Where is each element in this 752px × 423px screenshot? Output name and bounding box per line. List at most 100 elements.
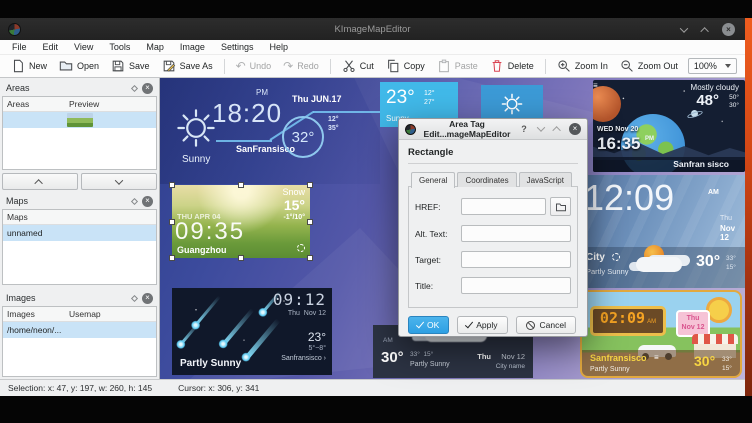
toolbar-separator [545, 59, 546, 74]
areas-panel: Areas × Areas Preview [2, 80, 157, 190]
save-as-icon [162, 59, 176, 73]
href-input[interactable] [461, 198, 546, 215]
image-row[interactable]: /home/neon/... [3, 322, 156, 338]
selected-area-widget[interactable]: Snow 15° -1°/10° THU APR 04 09:35 Guangz… [172, 185, 310, 258]
statusbar: Selection: x: 47, y: 197, w: 260, h: 145… [0, 379, 745, 396]
move-area-down-button[interactable] [81, 173, 157, 190]
gear-icon [612, 253, 620, 263]
tab-general[interactable]: General [411, 172, 455, 188]
minimize-icon[interactable] [535, 126, 547, 132]
toolbar: New Open Save Save As ↶ Undo ↷ Redo Cut … [0, 55, 745, 78]
images-column-header[interactable]: Images [3, 307, 65, 321]
open-folder-icon [59, 59, 73, 73]
weather-widget-space: Mostly cloudy 48° 50° 30° WED Nov 20 16:… [593, 80, 745, 172]
undo-button[interactable]: ↶ Undo [230, 56, 278, 76]
maps-column-header[interactable]: Maps [3, 210, 32, 224]
save-button[interactable]: Save [105, 56, 156, 76]
maximize-icon[interactable] [552, 126, 564, 132]
float-panel-icon[interactable] [131, 197, 138, 204]
selection-handle[interactable] [169, 182, 175, 188]
move-area-up-button[interactable] [2, 173, 78, 190]
copy-button[interactable]: Copy [380, 56, 431, 76]
zoom-level-select[interactable]: 100% [688, 58, 737, 74]
selection-handle[interactable] [169, 219, 175, 225]
paste-button[interactable]: Paste [431, 56, 484, 76]
cancel-button[interactable]: Cancel [516, 316, 576, 334]
settings-sliders-icon: ≡ [654, 352, 659, 362]
ok-button[interactable]: OK [408, 316, 449, 334]
toolbar-separator [330, 59, 331, 74]
close-panel-icon[interactable]: × [142, 293, 153, 304]
general-tab-pane: HREF: Alt. Text: Target: Title: [408, 186, 578, 308]
selection-handle[interactable] [307, 255, 313, 261]
cut-button[interactable]: Cut [336, 56, 380, 76]
dialog-titlebar[interactable]: Area Tag Edit...mageMapEditor ? × [399, 119, 587, 140]
area-row[interactable] [3, 112, 156, 128]
menu-image[interactable]: Image [172, 41, 213, 53]
selection-handle[interactable] [169, 255, 175, 261]
zoom-out-button[interactable]: Zoom Out [614, 56, 684, 76]
map-row[interactable]: unnamed [3, 225, 156, 241]
maximize-icon[interactable] [700, 24, 712, 36]
usemap-column-header[interactable]: Usemap [65, 307, 105, 321]
letterbox-bottom [0, 396, 752, 423]
target-input[interactable] [461, 251, 571, 268]
area-preview-thumbnail [67, 113, 93, 127]
areas-panel-title: Areas [6, 83, 127, 93]
dialog-title: Area Tag Edit...mageMapEditor [421, 119, 513, 139]
delete-button[interactable]: Delete [484, 56, 540, 76]
minimize-icon[interactable] [678, 24, 690, 36]
close-panel-icon[interactable]: × [142, 83, 153, 94]
alt-text-input[interactable] [461, 225, 571, 242]
check-icon [416, 320, 424, 329]
meteor-icon [245, 318, 281, 360]
menu-map[interactable]: Map [138, 41, 172, 53]
close-icon[interactable]: × [569, 123, 581, 135]
shop-awning [692, 334, 738, 344]
title-input[interactable] [461, 277, 571, 294]
check-icon [465, 320, 473, 329]
float-panel-icon[interactable] [131, 84, 138, 91]
menu-edit[interactable]: Edit [35, 41, 67, 53]
selection-handle[interactable] [238, 182, 244, 188]
close-panel-icon[interactable]: × [142, 196, 153, 207]
selection-handle[interactable] [238, 255, 244, 261]
browse-button[interactable] [550, 197, 571, 216]
chevron-down-icon [725, 64, 731, 68]
meteor-icon [194, 295, 221, 326]
preview-column-header[interactable]: Preview [65, 97, 103, 111]
close-icon[interactable]: × [722, 23, 735, 36]
trash-icon [490, 59, 504, 73]
maps-panel: Maps × Maps unnamed [2, 193, 157, 285]
menu-view[interactable]: View [66, 41, 101, 53]
weather-widget-meteor: 09:12 Thu Nov 12 23° 5°~8° Sanfransisco … [172, 288, 332, 375]
new-button[interactable]: New [5, 56, 53, 76]
dialog-heading: Rectangle [408, 147, 578, 164]
redo-button[interactable]: ↷ Redo [277, 56, 325, 76]
zoom-in-icon [557, 59, 571, 73]
images-panel: Images × Images Usemap /home/neon/... [2, 290, 157, 377]
selection-handle[interactable] [307, 219, 313, 225]
open-button[interactable]: Open [53, 56, 105, 76]
areas-column-header[interactable]: Areas [3, 97, 65, 111]
selection-handle[interactable] [307, 182, 313, 188]
help-icon[interactable]: ? [518, 124, 530, 134]
menu-file[interactable]: File [4, 41, 35, 53]
screen: KImageMapEditor × File Edit View Tools M… [0, 0, 752, 423]
saturn-icon [691, 110, 698, 117]
scissors-icon [342, 59, 356, 73]
billboard-clock: 02:09 AM [590, 306, 666, 336]
meteor-icon [222, 308, 255, 346]
zoom-in-button[interactable]: Zoom In [551, 56, 614, 76]
sun-icon [500, 92, 524, 116]
cursor-status: Cursor: x: 306, y: 341 [178, 383, 259, 393]
undo-icon: ↶ [236, 59, 246, 73]
menu-tools[interactable]: Tools [101, 41, 138, 53]
apply-button[interactable]: Apply [457, 316, 507, 334]
tab-coordinates[interactable]: Coordinates [457, 172, 516, 187]
save-as-button[interactable]: Save As [156, 56, 219, 76]
tab-javascript[interactable]: JavaScript [519, 172, 572, 187]
menu-help[interactable]: Help [261, 41, 296, 53]
menu-settings[interactable]: Settings [213, 41, 262, 53]
float-panel-icon[interactable] [131, 294, 138, 301]
